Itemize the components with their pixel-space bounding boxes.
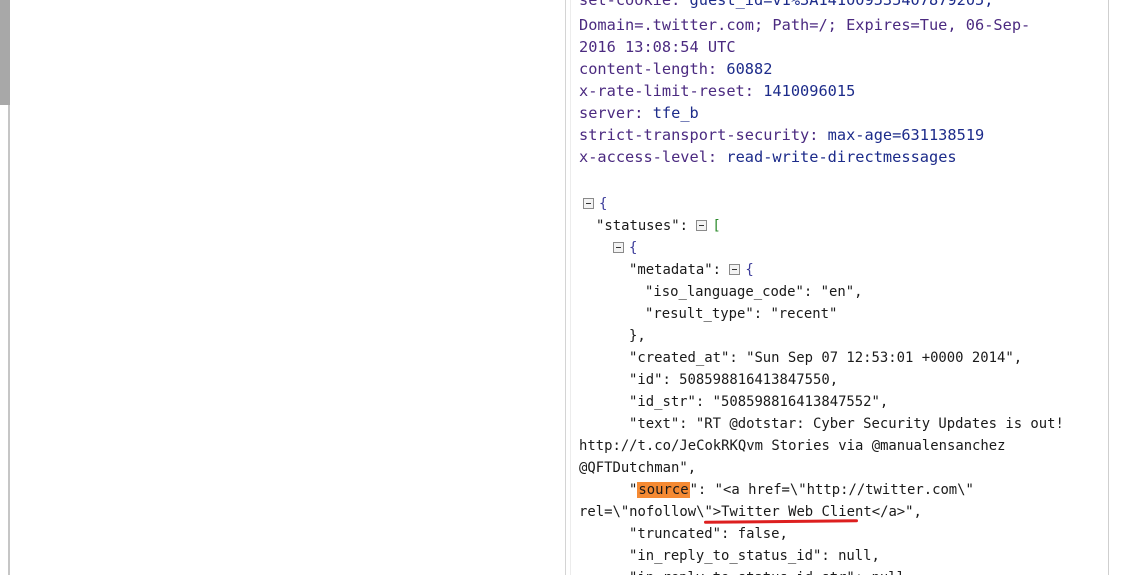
collapse-minus-icon[interactable] bbox=[696, 219, 708, 231]
source-link-text: Twitter Web Client bbox=[721, 504, 872, 520]
header-set-cookie-cont: 2016 13:08:54 UTC bbox=[579, 38, 736, 56]
header-value: read-write-directmessages bbox=[726, 148, 957, 166]
json-key-metadata: "metadata": bbox=[629, 262, 721, 278]
json-reply-str-line: "in_reply_to_status_id_str": null, bbox=[629, 567, 913, 575]
header-server: server: tfe_b bbox=[579, 102, 699, 124]
request-list-pane[interactable] bbox=[10, 0, 565, 575]
search-highlight-source: source bbox=[637, 482, 690, 498]
json-brace: { bbox=[629, 240, 638, 256]
json-source-line: "source": "<a href=\"http://twitter.com\… bbox=[629, 479, 974, 501]
json-brace: { bbox=[599, 196, 608, 212]
json-metadata-line: "metadata": { bbox=[629, 259, 754, 281]
json-text-line-cont: http://t.co/JeCokRKQvm Stories via @manu… bbox=[579, 438, 1006, 454]
pane-splitter[interactable] bbox=[565, 0, 566, 575]
json-text-line: "text": "RT @dotstar: Cyber Security Upd… bbox=[629, 416, 1064, 432]
header-set-cookie: set-cookie: guest_id=v1%3A14100953540787… bbox=[579, 0, 993, 11]
response-inspector: set-cookie: guest_id=v1%3A14100953540787… bbox=[571, 0, 1108, 575]
json-statuses-line: "statuses": [ bbox=[596, 215, 721, 237]
header-value: guest_id=v1%3A141009535407879205; bbox=[689, 0, 994, 9]
json-truncated-line: "truncated": false, bbox=[629, 526, 788, 542]
json-id-str-line: "id_str": "508598816413847552", bbox=[629, 394, 889, 410]
header-access-level: x-access-level: read-write-directmessage… bbox=[579, 146, 957, 168]
json-metadata-close: }, bbox=[629, 328, 646, 344]
header-key: x-access-level: bbox=[579, 148, 718, 166]
json-iso-language-line: "iso_language_code": "en", bbox=[645, 284, 863, 300]
json-source-value: ": "<a href=\"http://twitter.com\" bbox=[689, 482, 974, 498]
header-key: set-cookie: bbox=[579, 0, 681, 9]
header-strict-transport-security: strict-transport-security: max-age=63113… bbox=[579, 124, 984, 146]
header-key: strict-transport-security: bbox=[579, 126, 819, 144]
header-key: server: bbox=[579, 104, 644, 122]
json-result-type-line: "result_type": "recent" bbox=[645, 306, 838, 322]
header-key: x-rate-limit-reset: bbox=[579, 82, 754, 100]
json-reply-line: "in_reply_to_status_id": null, bbox=[629, 548, 880, 564]
window-edge-strip bbox=[0, 0, 10, 105]
header-value: 1410096015 bbox=[763, 82, 856, 100]
json-item-line: { bbox=[613, 237, 637, 259]
json-bracket: [ bbox=[712, 218, 721, 234]
json-source-close: </a>", bbox=[871, 504, 922, 520]
json-brace: { bbox=[745, 262, 754, 278]
collapse-minus-icon[interactable] bbox=[613, 241, 624, 253]
collapse-minus-icon[interactable] bbox=[729, 263, 741, 275]
header-rate-limit-reset: x-rate-limit-reset: 1410096015 bbox=[579, 80, 855, 102]
header-set-cookie-cont: Domain=.twitter.com; Path=/; Expires=Tue… bbox=[579, 16, 1031, 34]
json-root-line: { bbox=[583, 193, 607, 215]
header-value: tfe_b bbox=[652, 104, 699, 122]
scrollbar-track-edge bbox=[1108, 0, 1109, 575]
json-key-statuses: "statuses": bbox=[596, 218, 688, 234]
header-value: max-age=631138519 bbox=[827, 126, 985, 144]
json-id-line: "id": 508598816413847550, bbox=[629, 372, 839, 388]
header-value: 60882 bbox=[726, 60, 773, 78]
json-source-rel: rel=\"nofollow\"> bbox=[579, 504, 722, 520]
header-key: content-length: bbox=[579, 60, 718, 78]
header-content-length: content-length: 60882 bbox=[579, 58, 772, 80]
json-text-line-cont: @QFTDutchman", bbox=[579, 460, 697, 476]
collapse-minus-icon[interactable] bbox=[583, 197, 594, 209]
json-created-at-line: "created_at": "Sun Sep 07 12:53:01 +0000… bbox=[629, 350, 1023, 366]
